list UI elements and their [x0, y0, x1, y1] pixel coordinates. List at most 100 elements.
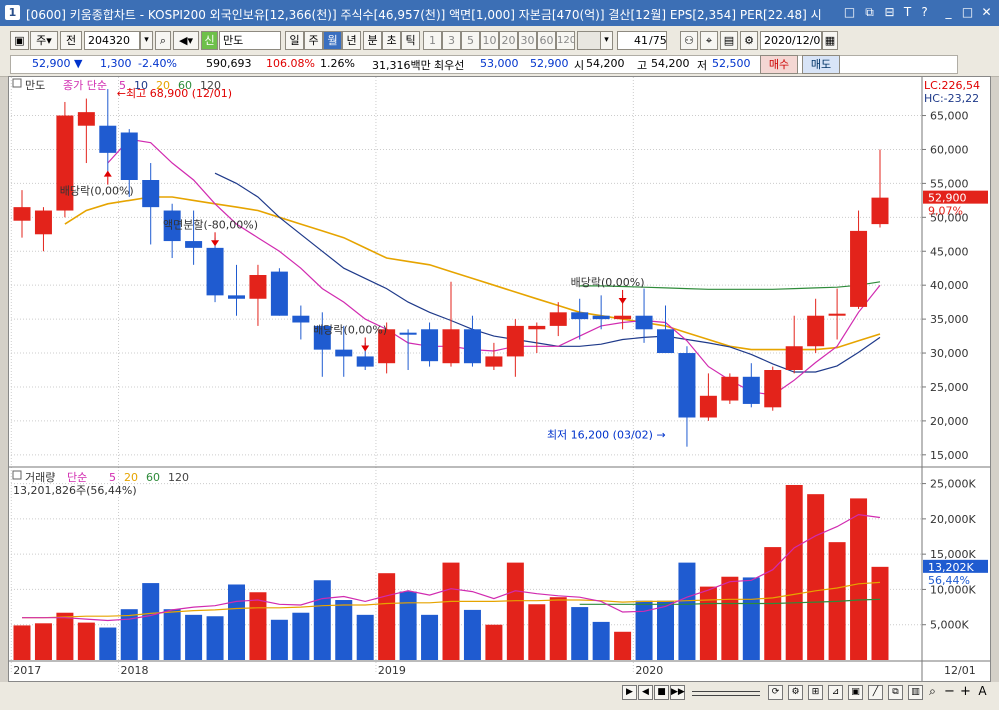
event-label: 배당락(0,00%) — [60, 185, 134, 198]
type-button[interactable]: 전 — [60, 31, 82, 50]
volume-bar — [442, 562, 460, 660]
candle-body — [485, 356, 503, 367]
period-month[interactable]: 월 — [323, 31, 342, 50]
drawing-icon[interactable]: ⊿ — [828, 685, 843, 700]
candle-body — [99, 125, 117, 153]
volume-bar — [485, 624, 503, 660]
save-icon[interactable]: ▤ — [720, 31, 738, 50]
candle-body — [142, 180, 160, 208]
screen-icon[interactable]: □ — [842, 5, 857, 20]
split-icon[interactable]: ▥ — [908, 685, 923, 700]
scroll-track[interactable] — [692, 691, 760, 696]
period-minute[interactable]: 분 — [363, 31, 382, 50]
minute-60[interactable]: 60 — [537, 31, 556, 50]
stock-chart[interactable]: 15,000 20,000 25,000 30,000 35,000 40,000 45,0… — [9, 77, 990, 681]
hc-label: HC:-23,22 — [924, 92, 979, 105]
window-title: [0600] 키움종합차트 - KOSPI200 외국인보유[12,366(천)… — [26, 8, 822, 22]
stop-icon[interactable]: ■ — [654, 685, 669, 700]
volume-bar — [335, 600, 353, 660]
best-bid: 52,900 — [530, 57, 569, 70]
minute-20[interactable]: 20 — [499, 31, 518, 50]
volume-bar — [506, 562, 524, 660]
volume-bar — [77, 622, 95, 660]
font-icon[interactable]: T — [900, 5, 915, 20]
maximize-icon[interactable]: □ — [960, 5, 975, 20]
period-week[interactable]: 주 — [304, 31, 323, 50]
chart-area[interactable]: 15,000 20,000 25,000 30,000 35,000 40,000 45,0… — [8, 76, 991, 682]
config-icon[interactable]: ⚙ — [788, 685, 803, 700]
zoom-out-button[interactable]: − — [942, 685, 957, 700]
speaker-icon[interactable]: ◀▾ — [173, 31, 199, 50]
fast-forward-icon[interactable]: ▶▶ — [670, 685, 685, 700]
volume-bar — [313, 580, 331, 660]
font-size-button[interactable]: A — [975, 685, 990, 700]
search-icon[interactable]: ⌕ — [155, 31, 171, 50]
period-day[interactable]: 일 — [285, 31, 304, 50]
code-input[interactable]: 204320 — [84, 31, 140, 50]
open-price: 54,200 — [586, 57, 625, 70]
period-year[interactable]: 년 — [342, 31, 361, 50]
volume-bar — [163, 609, 181, 660]
calendar-icon[interactable]: ▦ — [822, 31, 838, 50]
turnover-rate: 1.26% — [320, 57, 355, 70]
buy-button[interactable]: 매수 — [760, 55, 798, 74]
candle-body — [721, 376, 739, 401]
candle-body — [463, 329, 481, 364]
minute-120[interactable]: 120 — [556, 31, 575, 50]
copy-icon[interactable]: ⧉ — [862, 5, 877, 20]
low-label: 저 — [697, 59, 708, 72]
zoom-in-button[interactable]: + — [958, 685, 973, 700]
candle-body — [614, 315, 632, 320]
candle-body — [528, 325, 546, 330]
price-change: 1,300 — [100, 57, 132, 70]
price-tick-label: 30,000 — [930, 347, 969, 360]
volume-tick-label: 25,000K — [930, 478, 976, 491]
volume-bar — [871, 566, 889, 660]
lc-label: LC:226,54 — [924, 79, 980, 92]
minute-1[interactable]: 1 — [423, 31, 442, 50]
people-icon[interactable]: ⚇ — [680, 31, 698, 50]
layout-toggle-icon[interactable]: ▣ — [848, 685, 863, 700]
help-icon[interactable]: ? — [917, 5, 932, 20]
x-tick-label: 2017 — [13, 664, 41, 677]
best-ask: 53,000 — [480, 57, 519, 70]
link-icon[interactable]: ⊟ — [882, 5, 897, 20]
settings-icon[interactable]: ⚙ — [740, 31, 758, 50]
candle-body — [249, 275, 267, 299]
price-tick-label: 25,000 — [930, 381, 969, 394]
price-legend-label: 종가 단순 — [63, 79, 107, 92]
period-second[interactable]: 초 — [382, 31, 401, 50]
volume-bar — [228, 584, 245, 660]
prev-icon[interactable]: ◀ — [638, 685, 653, 700]
price-tick-label: 55,000 — [930, 177, 969, 190]
sell-button[interactable]: 매도 — [802, 55, 840, 74]
close-icon[interactable]: ✕ — [979, 5, 994, 20]
play-icon[interactable]: ▶ — [622, 685, 637, 700]
minimize-icon[interactable]: _ — [941, 5, 956, 20]
price-legend-period: 5 — [119, 79, 126, 92]
layout-icon[interactable]: ▣ — [10, 31, 29, 50]
line-icon[interactable]: ╱ — [868, 685, 883, 700]
minute-30[interactable]: 30 — [518, 31, 537, 50]
zoom-fit-icon[interactable]: ⧉ — [888, 685, 903, 700]
minute-3[interactable]: 3 — [442, 31, 461, 50]
volume-bar — [785, 484, 803, 660]
period-tick[interactable]: 틱 — [401, 31, 420, 50]
toolbar-top: ▣ 주▾ 전 204320 ▾ ⌕ ◀▾ 신 만도 일 주 월 년 분 초 틱 … — [0, 26, 999, 55]
volume-legend-name: 거래량 — [25, 471, 55, 484]
candle-body — [742, 376, 760, 404]
minute-10[interactable]: 10 — [480, 31, 499, 50]
date-input[interactable]: 2020/12/01 — [760, 31, 822, 50]
market-select[interactable]: 주▾ — [30, 31, 58, 50]
grid-icon[interactable]: ⊞ — [808, 685, 823, 700]
volume-bar — [699, 586, 717, 660]
refresh-icon[interactable]: ⟳ — [768, 685, 783, 700]
search-zoom-icon[interactable]: ⌕ — [925, 685, 940, 700]
crosshair-icon[interactable]: ⌖ — [700, 31, 718, 50]
code-dropdown-icon[interactable]: ▾ — [140, 31, 153, 50]
price-tick-label: 35,000 — [930, 313, 969, 326]
volume-bar — [56, 612, 74, 660]
custom-period-dropdown-icon[interactable]: ▾ — [600, 31, 613, 50]
minute-5[interactable]: 5 — [461, 31, 480, 50]
price-tick-label: 15,000 — [930, 449, 969, 462]
